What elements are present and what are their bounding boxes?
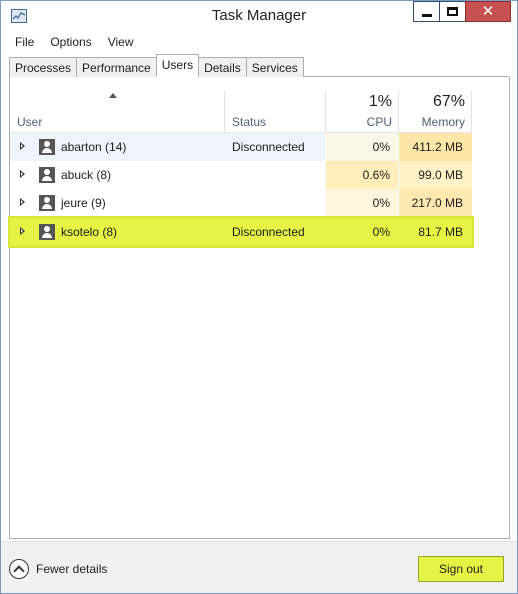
memory-total-percent: 67%	[432, 93, 465, 110]
table-row[interactable]: abarton (14) Disconnected 0% 411.2 MB	[10, 133, 472, 161]
column-divider[interactable]	[471, 91, 472, 133]
title-bar[interactable]: Task Manager ✕	[1, 1, 517, 31]
user-name: ksotelo (8)	[61, 225, 118, 239]
chevron-up-icon	[9, 559, 29, 579]
table-row-selected[interactable]: ksotelo (8) Disconnected 0% 81.7 MB	[8, 216, 474, 248]
maximize-button[interactable]	[439, 1, 466, 22]
user-memory: 217.0 MB	[411, 196, 463, 210]
menu-bar: File Options View	[7, 33, 142, 51]
task-manager-window: Task Manager ✕ File Options View Process…	[0, 0, 518, 594]
fewer-details-label: Fewer details	[36, 562, 108, 576]
footer-bar: Fewer details Sign out	[1, 541, 517, 593]
cpu-total-percent: 1%	[368, 93, 392, 110]
user-name: jeure (9)	[61, 196, 106, 210]
minimize-icon	[421, 14, 432, 17]
close-button[interactable]: ✕	[465, 1, 511, 22]
expand-arrow-icon[interactable]	[20, 198, 25, 206]
tab-users[interactable]: Users	[155, 54, 200, 77]
user-memory: 81.7 MB	[418, 225, 463, 239]
column-divider[interactable]	[224, 91, 225, 133]
window-controls: ✕	[413, 1, 511, 22]
sort-ascending-icon[interactable]	[109, 93, 117, 98]
user-avatar-icon	[39, 167, 55, 183]
tab-performance[interactable]: Performance	[76, 57, 157, 77]
expand-arrow-icon[interactable]	[20, 227, 25, 235]
column-header-cpu[interactable]: CPU	[326, 115, 392, 129]
tab-details[interactable]: Details	[198, 57, 247, 77]
minimize-button[interactable]	[413, 1, 440, 22]
menu-view[interactable]: View	[100, 33, 142, 51]
user-cpu: 0%	[372, 196, 390, 210]
user-cpu: 0%	[372, 225, 390, 239]
user-status: Disconnected	[232, 225, 305, 239]
user-cpu: 0%	[372, 140, 390, 154]
table-header: User Status 1% CPU 67% Memory	[10, 77, 510, 133]
maximize-icon	[447, 7, 458, 16]
menu-file[interactable]: File	[7, 33, 42, 51]
column-header-memory[interactable]: Memory	[399, 115, 465, 129]
close-icon: ✕	[481, 2, 495, 20]
user-name: abuck (8)	[61, 168, 112, 182]
tab-processes[interactable]: Processes	[9, 57, 78, 77]
users-panel: User Status 1% CPU 67% Memory abarton (1…	[8, 77, 510, 539]
user-avatar-icon	[39, 139, 55, 155]
expand-arrow-icon[interactable]	[20, 142, 25, 150]
user-avatar-icon	[39, 224, 55, 240]
user-memory: 99.0 MB	[418, 168, 463, 182]
fewer-details-button[interactable]: Fewer details	[9, 559, 107, 579]
user-memory: 411.2 MB	[412, 140, 463, 154]
user-status: Disconnected	[232, 140, 305, 154]
user-cpu: 0.6%	[362, 168, 390, 182]
tab-services[interactable]: Services	[245, 57, 304, 77]
menu-options[interactable]: Options	[42, 33, 99, 51]
user-avatar-icon	[39, 195, 55, 211]
tab-strip: Processes Performance Users Details Serv…	[9, 54, 304, 77]
table-row[interactable]: abuck (8) 0.6% 99.0 MB	[10, 161, 472, 189]
sign-out-button[interactable]: Sign out	[418, 556, 504, 582]
column-header-status[interactable]: Status	[232, 115, 266, 129]
column-header-user[interactable]: User	[17, 115, 42, 129]
table-row[interactable]: jeure (9) 0% 217.0 MB	[10, 189, 472, 217]
expand-arrow-icon[interactable]	[20, 170, 25, 178]
user-name: abarton (14)	[61, 140, 127, 154]
